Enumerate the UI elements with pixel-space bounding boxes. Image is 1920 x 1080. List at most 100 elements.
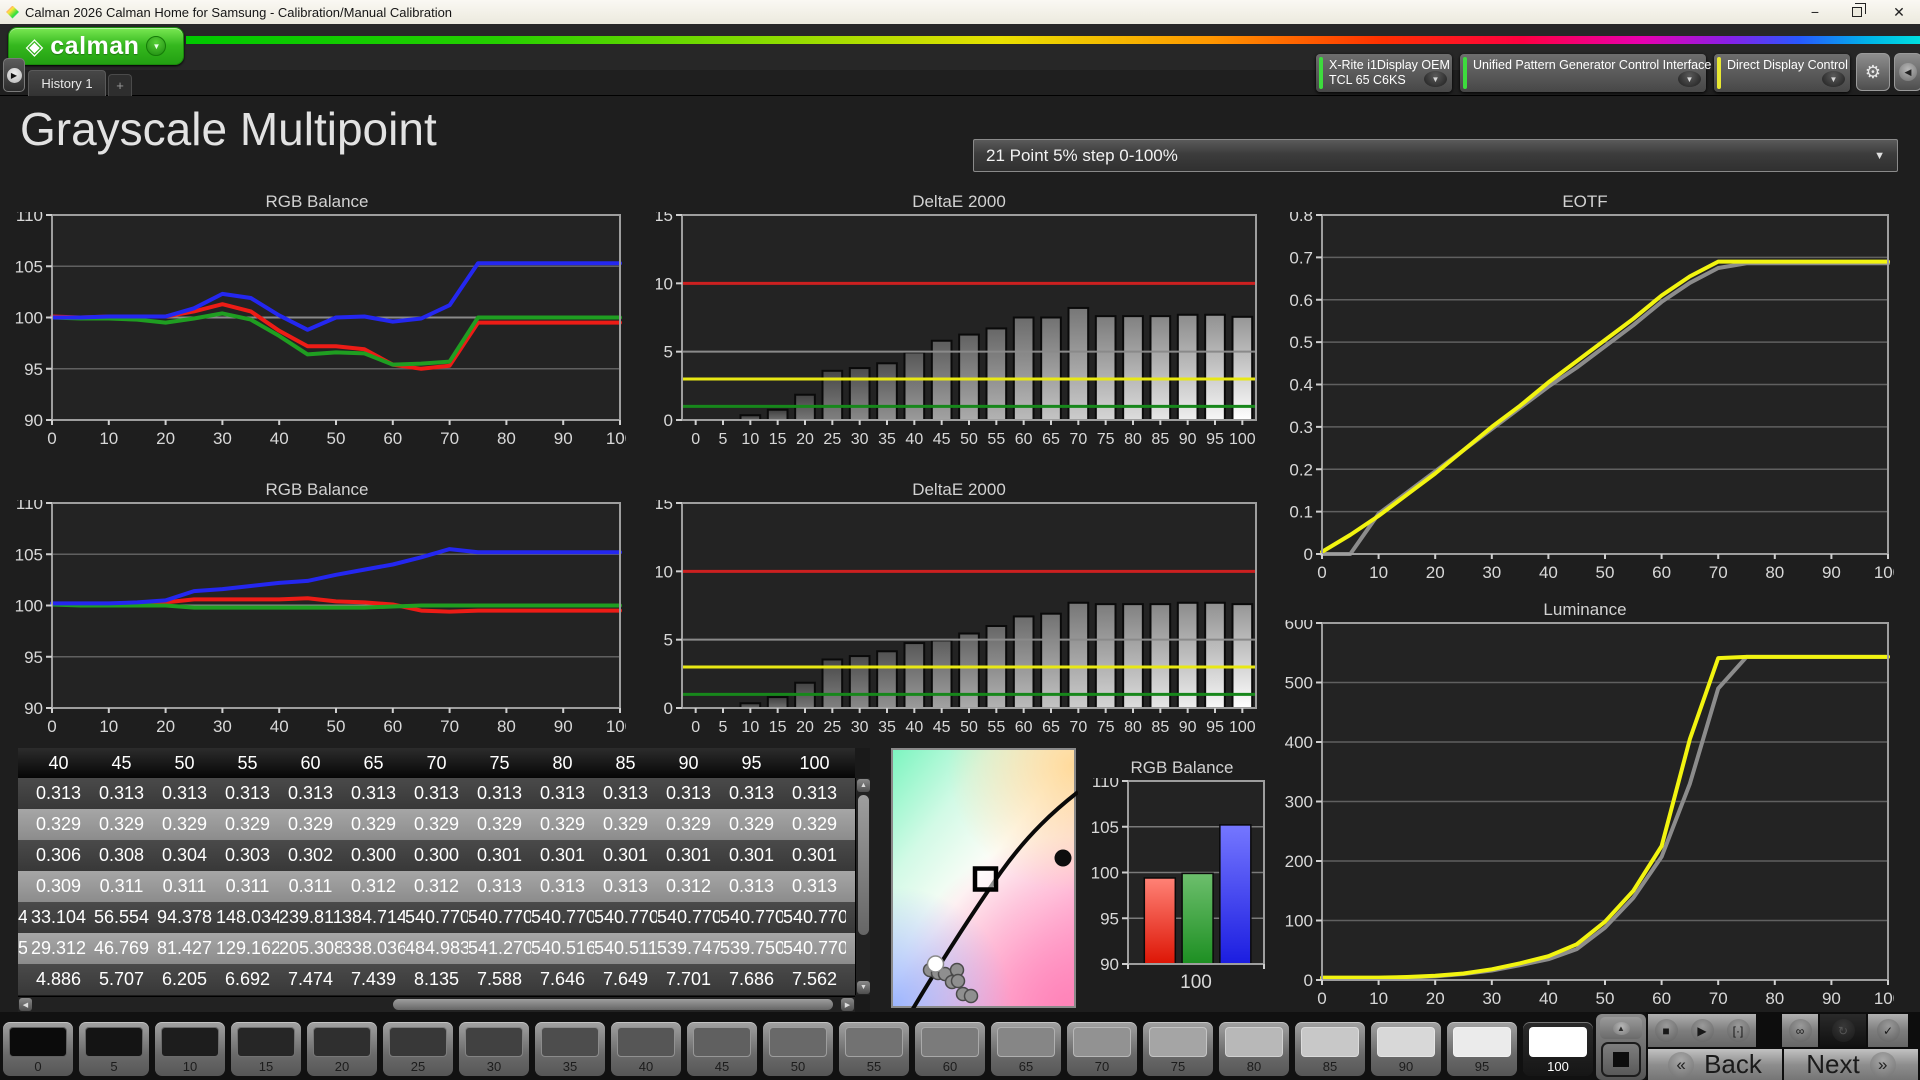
meter-chip[interactable]: X-Rite i1Display OEM TCL 65 C6KS ▼ — [1316, 54, 1452, 92]
calman-menu-button[interactable]: ◈ calman ▼ — [8, 27, 184, 65]
table-cell: 0.313 — [342, 778, 405, 809]
sync-button[interactable]: ↻ — [1820, 1014, 1866, 1047]
pattern-patch-100[interactable]: 100 — [1523, 1022, 1593, 1076]
table-row: 0.3130.3130.3130.3130.3130.3130.3130.313… — [18, 778, 855, 809]
svg-text:30: 30 — [1482, 989, 1501, 1008]
svg-text:0: 0 — [691, 431, 700, 448]
svg-text:10: 10 — [99, 429, 118, 448]
svg-text:100: 100 — [606, 429, 626, 448]
scroll-right-icon[interactable]: ▶ — [841, 998, 854, 1011]
pattern-patch-5[interactable]: 5 — [79, 1022, 149, 1076]
minimize-button[interactable]: − — [1794, 0, 1836, 24]
svg-text:20: 20 — [796, 431, 814, 448]
tab-history-1[interactable]: History 1 — [28, 70, 106, 96]
table-cell: 7.686 — [720, 964, 783, 995]
svg-text:70: 70 — [1709, 563, 1728, 582]
restore-button[interactable] — [1836, 0, 1878, 24]
pattern-patch-10[interactable]: 10 — [155, 1022, 225, 1076]
play-button[interactable]: ▶ — [1684, 1014, 1720, 1047]
scroll-down-icon[interactable]: ▼ — [857, 981, 870, 994]
svg-text:400: 400 — [1285, 733, 1313, 752]
patch-label: 70 — [1067, 1059, 1137, 1074]
svg-text:0.8: 0.8 — [1289, 212, 1313, 225]
collapse-panel-button[interactable]: ◀ — [1894, 53, 1920, 91]
pattern-generator-dropdown-icon[interactable]: ▼ — [1678, 71, 1701, 87]
back-button[interactable]: « Back — [1648, 1049, 1782, 1080]
pattern-patch-75[interactable]: 75 — [1143, 1022, 1213, 1076]
svg-text:15: 15 — [656, 500, 673, 513]
pattern-patch-65[interactable]: 65 — [991, 1022, 1061, 1076]
table-cell: 0.311 — [279, 871, 342, 902]
table-column-header: 85 — [594, 748, 657, 778]
display-control-dropdown-icon[interactable]: ▼ — [1822, 71, 1845, 87]
table-cell: 0.313 — [153, 778, 216, 809]
close-button[interactable]: ✕ — [1878, 0, 1920, 24]
display-control-chip[interactable]: Direct Display Control ▼ — [1714, 54, 1850, 92]
table-cell: 7.588 — [468, 964, 531, 995]
pattern-patch-85[interactable]: 85 — [1295, 1022, 1365, 1076]
pattern-window-button[interactable] — [1601, 1042, 1641, 1077]
pattern-up-button[interactable]: ▲ — [1600, 1017, 1642, 1039]
patch-swatch — [237, 1027, 295, 1057]
pattern-patch-0[interactable]: 0 — [3, 1022, 73, 1076]
pattern-patch-45[interactable]: 45 — [687, 1022, 757, 1076]
chart-title: RGB Balance — [1092, 758, 1272, 778]
patch-label: 50 — [763, 1059, 833, 1074]
pattern-patch-95[interactable]: 95 — [1447, 1022, 1517, 1076]
pattern-patch-90[interactable]: 90 — [1371, 1022, 1441, 1076]
settings-button[interactable]: ⚙ — [1856, 53, 1890, 91]
scroll-thumb[interactable] — [393, 999, 833, 1010]
pattern-patch-50[interactable]: 50 — [763, 1022, 833, 1076]
point-layout-dropdown[interactable]: 21 Point 5% step 0-100% ▼ — [973, 139, 1898, 172]
tab-add-button[interactable]: + — [108, 74, 132, 96]
pattern-patch-20[interactable]: 20 — [307, 1022, 377, 1076]
pattern-generator-chip[interactable]: Unified Pattern Generator Control Interf… — [1460, 54, 1706, 92]
accept-button[interactable]: ✓ — [1868, 1014, 1908, 1047]
sync-icon: ↻ — [1832, 1019, 1855, 1042]
pattern-patch-80[interactable]: 80 — [1219, 1022, 1289, 1076]
meter-dropdown-icon[interactable]: ▼ — [1424, 71, 1447, 87]
svg-text:105: 105 — [1092, 818, 1119, 837]
stop-button[interactable]: ■ — [1648, 1014, 1684, 1047]
table-cell: 0.313 — [90, 778, 153, 809]
table-cell: 0.313 — [783, 778, 846, 809]
pattern-patch-60[interactable]: 60 — [915, 1022, 985, 1076]
svg-text:60: 60 — [1652, 989, 1671, 1008]
table-column-header: 75 — [468, 748, 531, 778]
cie-overlay — [893, 750, 1078, 1008]
pattern-patch-25[interactable]: 25 — [383, 1022, 453, 1076]
app-icon — [6, 6, 19, 19]
svg-text:100: 100 — [1285, 912, 1313, 931]
scroll-thumb[interactable] — [858, 795, 869, 935]
measurement-table: 4045505560657075808590951000.3130.3130.3… — [18, 748, 870, 1012]
pattern-patch-55[interactable]: 55 — [839, 1022, 909, 1076]
svg-text:5: 5 — [719, 719, 728, 736]
continuous-button[interactable]: ∞ — [1782, 1014, 1818, 1047]
scroll-up-icon[interactable]: ▲ — [857, 779, 870, 792]
table-horizontal-scrollbar[interactable]: ◀▶ — [18, 996, 855, 1012]
svg-text:10: 10 — [741, 431, 759, 448]
next-button[interactable]: Next » — [1784, 1049, 1918, 1080]
table-cell: 7.474 — [279, 964, 342, 995]
svg-text:10: 10 — [656, 562, 673, 581]
table-cell: 0.308 — [90, 840, 153, 871]
svg-text:0: 0 — [1304, 545, 1313, 564]
pattern-patch-30[interactable]: 30 — [459, 1022, 529, 1076]
svg-text:70: 70 — [1069, 719, 1087, 736]
pattern-patch-35[interactable]: 35 — [535, 1022, 605, 1076]
table-cell: 540.770 — [405, 902, 468, 933]
table-cell: 7.439 — [342, 964, 405, 995]
svg-text:0.4: 0.4 — [1289, 376, 1313, 395]
pattern-patch-15[interactable]: 15 — [231, 1022, 301, 1076]
tab-nav-button[interactable]: ▶ — [3, 58, 25, 92]
table-cell: 7.562 — [783, 964, 846, 995]
table-cell: 0.302 — [279, 840, 342, 871]
pattern-generator-name: Unified Pattern Generator Control Interf… — [1473, 58, 1711, 72]
table-cell: 239.811 — [279, 902, 342, 933]
svg-text:40: 40 — [1539, 563, 1558, 582]
table-vertical-scrollbar[interactable]: ▲▼ — [855, 778, 870, 995]
pattern-patch-70[interactable]: 70 — [1067, 1022, 1137, 1076]
pattern-patch-40[interactable]: 40 — [611, 1022, 681, 1076]
scroll-left-icon[interactable]: ◀ — [19, 998, 32, 1011]
pattern-button[interactable]: [·] — [1720, 1014, 1756, 1047]
